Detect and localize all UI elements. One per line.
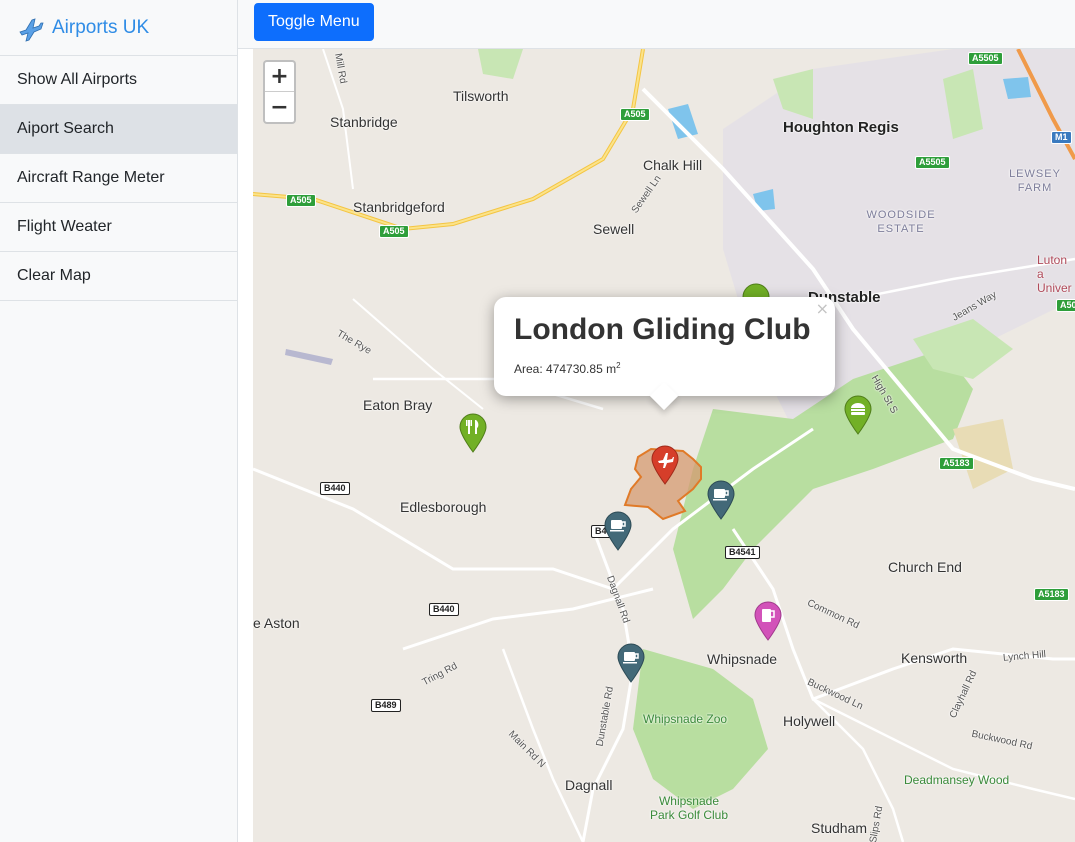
top-navbar: Toggle Menu	[238, 0, 1075, 49]
zoom-control: + −	[263, 60, 296, 124]
road-shield: A505	[620, 108, 650, 121]
road-shield: A5505	[968, 52, 1003, 65]
road-shield: B489	[371, 699, 401, 712]
burger-icon	[851, 403, 865, 415]
road-shield: B4541	[725, 546, 760, 559]
place-label: Holywell	[783, 713, 836, 729]
close-icon[interactable]: ×	[816, 299, 829, 318]
popup-area: Area: 474730.85 m2	[514, 361, 815, 376]
cafe-marker[interactable]	[616, 643, 646, 683]
place-label: e Aston	[253, 615, 300, 631]
brand[interactable]: Airports UK	[0, 0, 237, 56]
nav-show-all-airports[interactable]: Show All Airports	[0, 56, 237, 105]
airport-popup: × London Gliding Club Area: 474730.85 m2	[494, 297, 835, 411]
restaurant-marker[interactable]	[458, 413, 488, 453]
place-label: Sewell	[593, 221, 635, 237]
zoom-out-button[interactable]: −	[265, 92, 294, 122]
cafe-marker[interactable]	[706, 480, 736, 520]
road-shield: B440	[429, 603, 459, 616]
airport-marker[interactable]	[650, 445, 680, 485]
road-shield: A5183	[939, 457, 974, 470]
place-label: Chalk Hill	[643, 157, 703, 173]
place-label: Edlesborough	[400, 499, 487, 515]
road-shield: A50	[1056, 299, 1075, 312]
place-label: Luton a Univer	[1037, 253, 1072, 295]
popup-area-value: Area: 474730.85 m	[514, 362, 617, 376]
place-label: Eaton Bray	[363, 397, 433, 413]
road-shield: B440	[320, 482, 350, 495]
road-shield: A505	[286, 194, 316, 207]
toggle-menu-button[interactable]: Toggle Menu	[254, 3, 374, 41]
nav-airport-search[interactable]: Aiport Search	[0, 105, 237, 154]
area-label: LEWSEY FARM	[1009, 168, 1061, 194]
place-label: Stanbridge	[330, 114, 398, 130]
place-label: Whipsnade	[707, 651, 778, 667]
place-label: Tilsworth	[453, 88, 509, 104]
place-label: Kensworth	[901, 650, 968, 666]
poi-label: Whipsnade Park Golf Club	[649, 794, 729, 822]
place-label: Stanbridgeford	[353, 199, 445, 215]
zoom-in-button[interactable]: +	[265, 62, 294, 92]
nav-flight-weather[interactable]: Flight Weater	[0, 203, 237, 252]
poi-label: Deadmansey Wood	[904, 773, 1010, 787]
sidebar: Airports UK Show All Airports Aiport Sea…	[0, 0, 238, 842]
popup-title: London Gliding Club	[514, 313, 811, 346]
plane-logo-icon	[19, 17, 44, 42]
pub-marker[interactable]	[753, 601, 783, 641]
map[interactable]: Tilsworth Stanbridge Houghton Regis Chal…	[253, 49, 1075, 842]
nav-clear-map[interactable]: Clear Map	[0, 252, 237, 301]
area-label: WOODSIDE ESTATE	[866, 209, 936, 235]
place-label: Church End	[888, 559, 962, 575]
road-shield: A505	[379, 225, 409, 238]
popup-area-unit: 2	[616, 361, 621, 370]
place-label: Studham	[811, 820, 868, 836]
road-shield: A5183	[1034, 588, 1069, 601]
fast-food-marker[interactable]	[843, 395, 873, 435]
poi-label: Whipsnade Zoo	[643, 712, 728, 726]
place-label: Houghton Regis	[783, 119, 899, 136]
road-shield: A5505	[915, 156, 950, 169]
road-shield: M1	[1051, 131, 1072, 144]
nav-aircraft-range-meter[interactable]: Aircraft Range Meter	[0, 154, 237, 203]
place-label: Dagnall	[565, 777, 613, 793]
cafe-marker[interactable]	[603, 511, 633, 551]
brand-label: Airports UK	[52, 16, 150, 38]
